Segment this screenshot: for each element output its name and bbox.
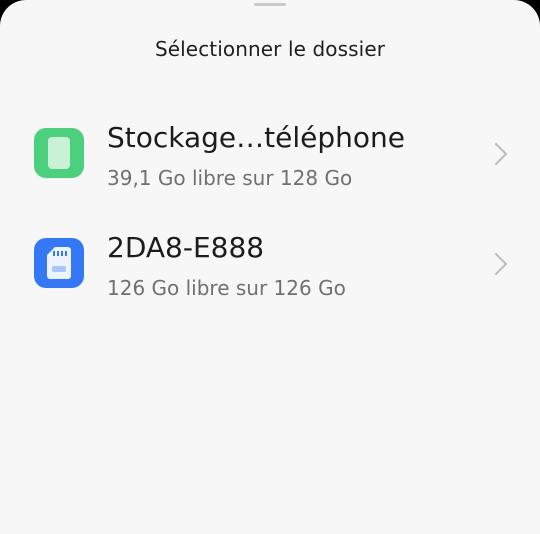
storage-name: Stockage…téléphone: [107, 121, 405, 154]
chevron-right-icon: [490, 143, 512, 165]
chevron-right-icon: [490, 253, 512, 275]
storage-item-phone[interactable]: Stockage…téléphone 39,1 Go libre sur 128…: [0, 100, 540, 210]
storage-detail: 39,1 Go libre sur 128 Go: [107, 166, 353, 190]
storage-item-sd-card[interactable]: 2DA8-E888 126 Go libre sur 126 Go: [0, 210, 540, 320]
storage-name: 2DA8-E888: [107, 231, 265, 264]
sheet-title: Sélectionner le dossier: [154, 37, 386, 61]
drag-handle[interactable]: [254, 3, 286, 6]
phone-storage-icon: [34, 128, 84, 178]
storage-detail: 126 Go libre sur 126 Go: [107, 276, 346, 300]
sd-card-icon: [34, 238, 84, 288]
folder-picker-sheet: Sélectionner le dossier Stockage…télépho…: [0, 0, 540, 534]
